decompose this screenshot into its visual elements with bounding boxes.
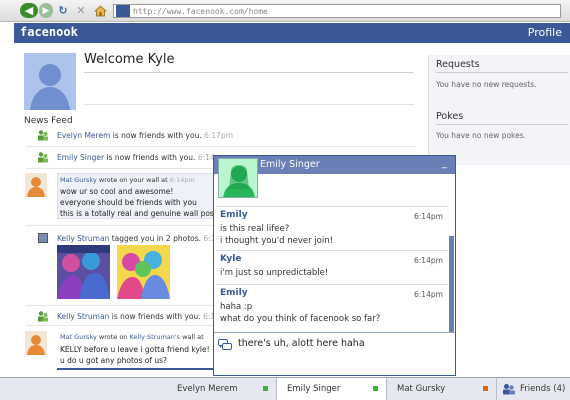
chat-tab[interactable]: Mat Gursky: [387, 378, 497, 400]
right-sidebar: Requests You have no new requests. Pokes…: [428, 55, 570, 165]
url-bar[interactable]: http://www.facenook.com/home: [113, 4, 561, 18]
home-icon[interactable]: [93, 3, 107, 18]
back-arrow-icon[interactable]: ◀: [20, 3, 38, 18]
message-sender: Emily: [220, 210, 248, 220]
divider: [26, 146, 416, 147]
feed-item: Kelly Struman is now friends with you. 6…: [57, 312, 232, 321]
idle-status-icon: [483, 386, 488, 391]
message-time: 6:14pm: [414, 290, 443, 299]
message-line: i thought you'd never join!: [220, 236, 334, 246]
chat-input[interactable]: there's uh, alott here haha: [214, 332, 455, 358]
message-sender: Kyle: [220, 254, 242, 264]
message-line: haha :p: [220, 302, 253, 312]
chat-bubble-icon: [218, 339, 232, 351]
message-time: 6:14pm: [414, 212, 443, 221]
photo-tag-icon: [38, 233, 48, 243]
pokes-heading: Pokes: [436, 111, 464, 122]
divider: [216, 250, 448, 251]
wall-post-line: wow ur so cool and awesome!: [60, 187, 174, 196]
divider: [436, 72, 568, 73]
minimize-icon[interactable]: _: [442, 158, 447, 169]
requests-text: You have no new requests.: [436, 80, 537, 89]
chat-scrollbar[interactable]: [449, 236, 454, 332]
divider: [436, 124, 568, 125]
message-line: i'm just so unpredictable!: [220, 268, 329, 278]
chat-input-text: there's uh, alott here haha: [238, 338, 365, 349]
message-sender: Emily: [220, 288, 248, 298]
requests-heading: Requests: [436, 59, 480, 70]
friend-name-link[interactable]: Kelly Struman: [57, 312, 109, 321]
chat-bar: Evelyn Merem Emily Singer Mat Gursky Fri…: [0, 377, 570, 400]
divider: [84, 104, 414, 105]
friend-avatar[interactable]: [25, 173, 47, 197]
site-header: facenook Profile: [14, 23, 570, 43]
wall-post-line: KELLY before u leave i gotta friend kyle…: [60, 345, 210, 354]
tagged-photo[interactable]: [117, 245, 170, 299]
feed-item: Emily Singer is now friends with you. 6:…: [57, 153, 227, 162]
news-feed-label: News Feed: [24, 116, 73, 126]
feed-item: Kelly Struman tagged you in 2 photos. 6:…: [57, 234, 232, 243]
friend-name-link[interactable]: Mat Gursky: [60, 333, 97, 341]
friends-icon: [37, 129, 49, 141]
site-favicon-icon: [116, 5, 130, 17]
wall-post-line: this is a totally real and genuine wall …: [60, 209, 217, 218]
feed-item: Evelyn Merem is now friends with you. 6:…: [57, 131, 234, 140]
message-time: 6:14pm: [414, 256, 443, 265]
tagged-photo[interactable]: [57, 245, 110, 299]
pokes-text: You have no new pokes.: [436, 131, 527, 140]
wall-post-header: Mat Gursky wrote on Kelly Struman's wall…: [60, 333, 204, 341]
friend-name-link[interactable]: Emily Singer: [57, 153, 104, 162]
profile-link[interactable]: Profile: [528, 26, 562, 39]
chat-avatar: [218, 158, 258, 198]
divider: [84, 72, 414, 73]
friends-icon: [502, 383, 516, 395]
chat-tab-label: Evelyn Merem: [177, 384, 238, 394]
friends-icon: [37, 310, 49, 322]
url-text: http://www.facenook.com/home: [133, 6, 268, 16]
friend-avatar[interactable]: [25, 331, 47, 355]
friend-name-link[interactable]: Kelly Struman's: [130, 333, 181, 341]
reload-icon[interactable]: ↻: [56, 3, 70, 18]
chat-tab-label: Mat Gursky: [397, 384, 446, 394]
friends-online-button[interactable]: Friends (4): [497, 378, 570, 400]
friend-name-link[interactable]: Evelyn Merem: [57, 131, 110, 140]
online-status-icon: [373, 386, 378, 391]
message-line: is this real lifee?: [220, 224, 290, 234]
wall-post-line: u do u got any photos of us?: [60, 356, 168, 365]
forward-arrow-icon[interactable]: ▶: [39, 3, 53, 18]
friends-icon: [37, 151, 49, 163]
chat-window: Emily Singer _ Emily 6:14pm is this real…: [213, 155, 456, 376]
browser-toolbar: ◀ ▶ ↻ ✕ http://www.facenook.com/home: [0, 0, 570, 22]
online-status-icon: [263, 386, 268, 391]
stop-icon[interactable]: ✕: [74, 3, 88, 18]
welcome-heading: Welcome Kyle: [84, 52, 175, 67]
chat-tab-active[interactable]: Emily Singer: [277, 378, 387, 400]
site-logo[interactable]: facenook: [20, 25, 78, 39]
friends-count-label: Friends (4): [520, 384, 566, 394]
divider: [216, 284, 448, 285]
message-line: what do you think of facenook so far?: [220, 314, 381, 324]
wall-post-line: everyone should be friends with you: [60, 198, 197, 207]
friend-name-link[interactable]: Mat Gursky: [60, 176, 97, 184]
divider: [216, 206, 448, 207]
chat-tab-label: Emily Singer: [287, 384, 341, 394]
user-avatar[interactable]: [24, 53, 76, 110]
wall-post-header: Mat Gursky wrote on your wall at 6:14pm: [60, 176, 195, 184]
chat-tab[interactable]: Evelyn Merem: [167, 378, 277, 400]
friend-name-link[interactable]: Kelly Struman: [57, 234, 109, 243]
chat-title: Emily Singer: [260, 159, 320, 170]
